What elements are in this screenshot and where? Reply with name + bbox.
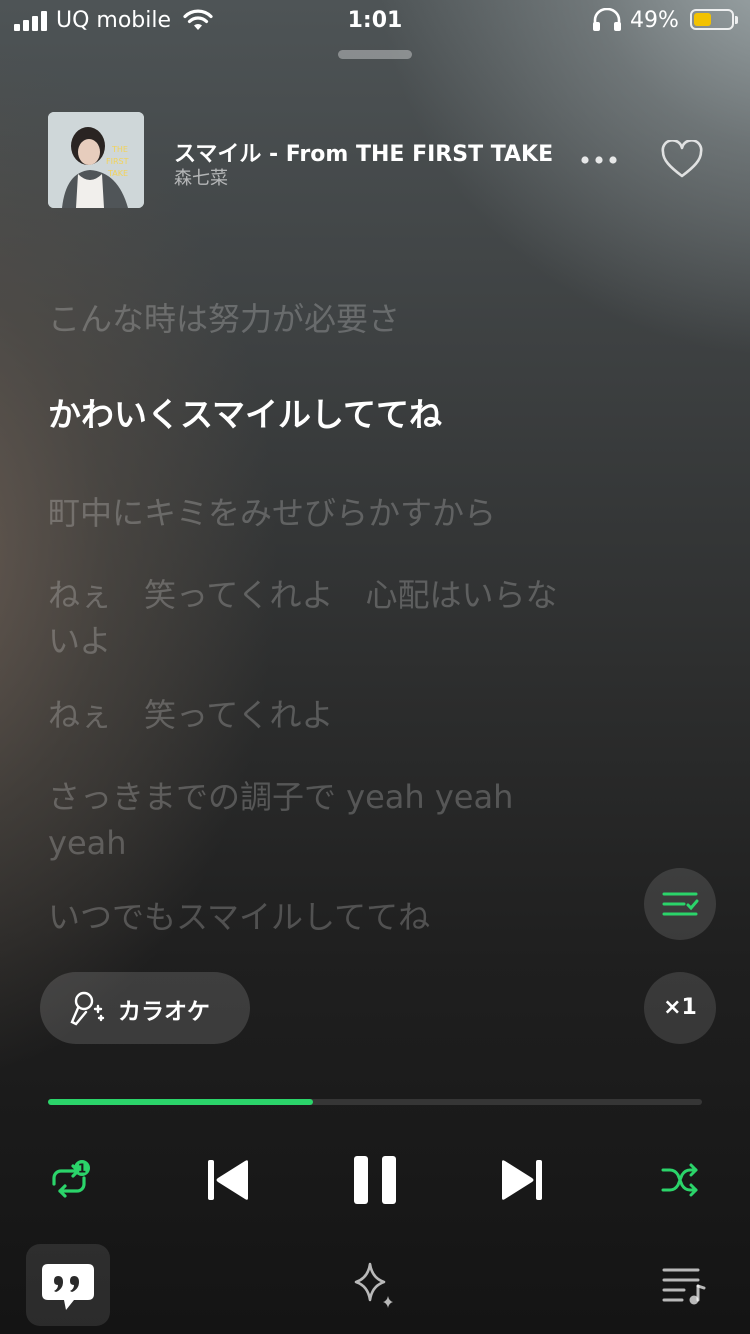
tab-queue[interactable]	[660, 1264, 706, 1306]
lyric-line[interactable]: ねぇ 笑ってくれよ 心配はいらないよ	[48, 572, 588, 664]
repeat-button[interactable]: 1	[44, 1156, 94, 1204]
skip-forward-icon	[502, 1160, 542, 1200]
lyrics-quote-icon	[42, 1264, 94, 1310]
sparkle-icon	[354, 1262, 393, 1308]
tab-lyrics[interactable]	[26, 1244, 110, 1326]
heart-icon[interactable]	[660, 140, 704, 180]
skip-back-icon	[208, 1160, 248, 1200]
lyric-line[interactable]: 町中にキミをみせびらかすから	[48, 490, 608, 536]
lyric-line[interactable]: こんな時は努力が必要さ	[48, 296, 608, 342]
progress-fill	[48, 1099, 313, 1105]
lyric-line-active[interactable]: かわいくスマイルしててね	[48, 392, 608, 438]
status-bar: UQ mobile 1:01 49%	[0, 0, 750, 44]
list-check-icon	[662, 892, 699, 916]
pause-button[interactable]	[352, 1154, 398, 1206]
more-options-icon[interactable]	[578, 148, 620, 172]
headphones-icon	[593, 8, 621, 31]
previous-track-button[interactable]	[206, 1158, 250, 1202]
song-title: スマイル - From THE FIRST TAKE	[174, 142, 554, 167]
svg-text:TAKE: TAKE	[107, 169, 128, 178]
pause-icon	[354, 1156, 396, 1204]
progress-bar[interactable]	[48, 1099, 702, 1105]
svg-text:FIRST: FIRST	[106, 157, 129, 166]
album-artwork[interactable]: THE FIRST TAKE	[48, 112, 144, 208]
lyric-line[interactable]: いつでもスマイルしててね	[48, 894, 608, 940]
sheet-grabber[interactable]	[338, 50, 412, 59]
repeat-badge: 1	[78, 1162, 86, 1176]
artist-name[interactable]: 森七菜	[174, 164, 228, 190]
microphone-icon	[70, 991, 105, 1026]
tab-discover[interactable]	[346, 1258, 402, 1314]
next-track-button[interactable]	[500, 1158, 544, 1202]
lyric-line[interactable]: さっきまでの調子で yeah yeah yeah	[48, 774, 568, 866]
repeat-one-icon: 1	[52, 1160, 90, 1198]
battery-percent: 49%	[630, 8, 679, 33]
shuffle-button[interactable]	[660, 1160, 700, 1200]
lyric-line[interactable]: ねぇ 笑ってくれよ	[48, 692, 608, 738]
queue-music-icon	[662, 1268, 706, 1305]
battery-icon	[690, 9, 738, 30]
karaoke-label: カラオケ	[118, 999, 210, 1025]
karaoke-button[interactable]: カラオケ	[40, 972, 250, 1044]
shuffle-icon	[661, 1163, 698, 1197]
artwork-text: THE	[111, 145, 128, 154]
playback-speed-button[interactable]: ×1	[644, 972, 716, 1044]
lyrics-list-button[interactable]	[644, 868, 716, 940]
